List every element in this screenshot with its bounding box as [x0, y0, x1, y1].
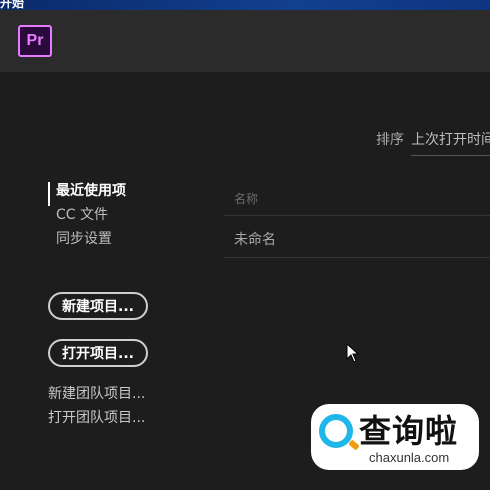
name-column-header[interactable]: 名称 — [234, 190, 258, 207]
magnifier-icon — [319, 414, 353, 448]
row-divider — [224, 215, 490, 216]
row-divider — [224, 257, 490, 258]
new-team-project-link[interactable]: 新建团队项目... — [48, 383, 145, 403]
watermark-text: 查询啦 — [359, 412, 459, 450]
window-titlebar: 开始 — [0, 0, 490, 10]
open-project-button[interactable]: 打开项目... — [48, 339, 148, 367]
sort-dropdown[interactable]: 上次打开时间 — [411, 129, 490, 156]
watermark-logo: 查询啦 chaxunla.com — [311, 404, 479, 470]
mouse-cursor-icon — [346, 343, 360, 363]
window-title: 开始 — [0, 0, 25, 10]
premiere-logo-icon: Pr — [18, 25, 52, 57]
nav-item-cc-files[interactable]: CC 文件 — [48, 206, 126, 230]
sort-label: 排序 — [376, 132, 404, 148]
open-team-project-link[interactable]: 打开团队项目... — [48, 407, 145, 427]
new-project-button[interactable]: 新建项目... — [48, 292, 148, 320]
sidebar-nav: 最近使用项 CC 文件 同步设置 — [48, 182, 126, 254]
app-header: Pr — [0, 10, 490, 72]
nav-item-sync-settings[interactable]: 同步设置 — [48, 230, 126, 254]
recent-file-name[interactable]: 未命名 — [234, 229, 276, 249]
watermark-domain: chaxunla.com — [369, 450, 450, 465]
nav-item-recent[interactable]: 最近使用项 — [48, 182, 126, 206]
